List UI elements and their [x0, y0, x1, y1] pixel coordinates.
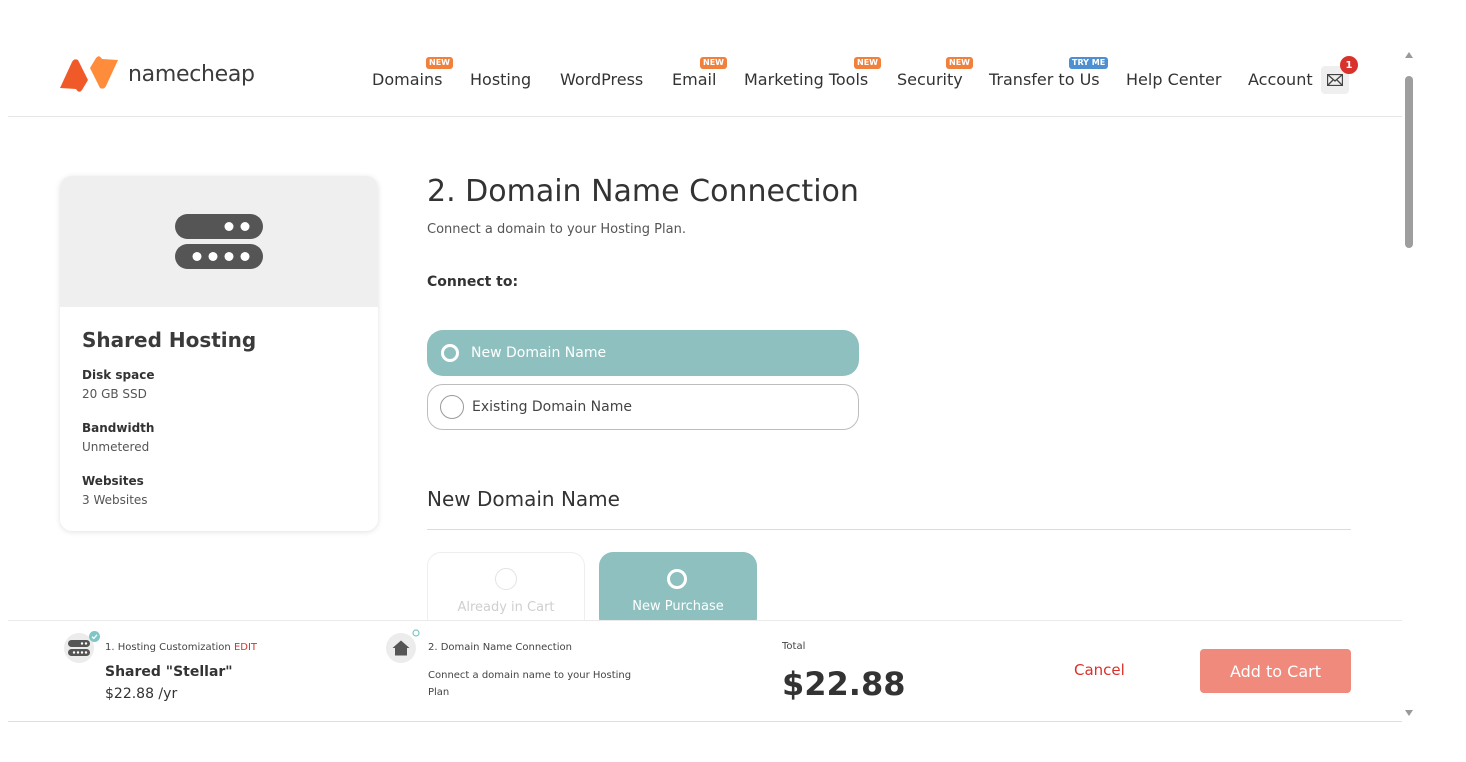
nav-label: Help Center: [1126, 70, 1222, 89]
mail-button[interactable]: 1: [1321, 56, 1358, 94]
plan-price: $22.88 /yr: [105, 686, 178, 702]
scrollbar-thumb[interactable]: [1405, 76, 1413, 248]
nav-account[interactable]: Account: [1248, 70, 1313, 89]
check-icon: [89, 631, 100, 642]
nav-badge-new: NEW: [946, 57, 973, 69]
server-icon: [175, 214, 263, 269]
site-header: namecheap NEW Domains Hosting WordPress …: [8, 46, 1402, 117]
radio-existing-domain[interactable]: Existing Domain Name: [427, 384, 859, 430]
step-progress-dot-icon: [412, 629, 420, 637]
step2-icon: [386, 633, 416, 663]
nav-badge-new: NEW: [426, 57, 453, 69]
card-title: Shared Hosting: [82, 328, 257, 352]
section-title: New Domain Name: [427, 487, 620, 511]
nav-label: Account: [1248, 70, 1313, 89]
nav-label: Hosting: [470, 70, 532, 89]
nav-badge-new: NEW: [854, 57, 881, 69]
nav-badge-new: NEW: [700, 57, 727, 69]
nav-label: WordPress: [560, 70, 644, 89]
page-viewport: namecheap NEW Domains Hosting WordPress …: [8, 46, 1402, 722]
page-scrollbar[interactable]: [1402, 46, 1416, 722]
nav-email[interactable]: NEW Email: [672, 57, 727, 89]
section-divider: [427, 529, 1351, 530]
nav-help-center[interactable]: Help Center: [1126, 70, 1221, 89]
total-value: $22.88: [782, 665, 906, 703]
radio-unselected-icon: [495, 568, 517, 590]
edit-link[interactable]: EDIT: [234, 642, 257, 653]
main-nav: NEW Domains Hosting WordPress NEW Email …: [8, 57, 1402, 94]
nav-security[interactable]: NEW Security: [897, 57, 973, 89]
page-subtitle: Connect a domain to your Hosting Plan.: [427, 222, 686, 237]
product-card: Shared Hosting Disk space 20 GB SSD Band…: [60, 176, 378, 531]
radio-selected-icon: [667, 569, 687, 589]
nav-label: Domains: [372, 70, 443, 89]
step1-label: 1. Hosting Customization EDIT: [105, 642, 257, 653]
connect-to-label: Connect to:: [427, 274, 519, 290]
spec-value: 20 GB SSD: [82, 387, 147, 401]
nav-badge-try-me: TRY ME: [1069, 57, 1109, 69]
spec-value: 3 Websites: [82, 493, 148, 507]
add-to-cart-button[interactable]: Add to Cart: [1200, 649, 1351, 693]
card-image-area: [60, 176, 378, 307]
nav-marketing-tools[interactable]: NEW Marketing Tools: [744, 57, 881, 89]
radio-label: Existing Domain Name: [472, 399, 632, 415]
nav-wordpress[interactable]: WordPress: [560, 70, 643, 89]
cancel-button[interactable]: Cancel: [1074, 661, 1125, 679]
nav-hosting[interactable]: Hosting: [470, 70, 531, 89]
mail-count-badge: 1: [1340, 56, 1358, 74]
envelope-icon: [1327, 74, 1343, 86]
radio-label: New Domain Name: [471, 345, 607, 361]
scroll-up-arrow-icon[interactable]: [1405, 52, 1413, 58]
nav-label: Email: [672, 70, 717, 89]
nav-domains[interactable]: NEW Domains: [372, 57, 453, 89]
radio-new-domain[interactable]: New Domain Name: [427, 330, 859, 376]
nav-label: Transfer to Us: [989, 70, 1100, 89]
radio-selected-icon: [441, 344, 459, 362]
nav-label: Security: [897, 70, 963, 89]
choice-label: Already in Cart: [457, 600, 555, 615]
nav-label: Marketing Tools: [744, 70, 869, 89]
order-summary-bar: 1. Hosting Customization EDIT Shared "St…: [8, 620, 1402, 722]
spec-value: Unmetered: [82, 440, 150, 454]
plan-name: Shared "Stellar": [105, 664, 233, 680]
spec-label: Bandwidth: [82, 421, 155, 435]
step1-title: 1. Hosting Customization: [105, 642, 231, 653]
home-icon: [392, 640, 410, 656]
spec-label: Websites: [82, 474, 144, 488]
spec-label: Disk space: [82, 368, 155, 382]
server-icon: [68, 640, 90, 656]
radio-unselected-icon: [440, 395, 464, 419]
total-label: Total: [782, 641, 806, 652]
step2-description: Connect a domain name to your Hosting Pl…: [428, 670, 632, 698]
page-title: 2. Domain Name Connection: [427, 174, 859, 209]
step2-label: 2. Domain Name Connection: [428, 642, 572, 653]
scroll-down-arrow-icon[interactable]: [1405, 710, 1413, 716]
choice-label: New Purchase: [632, 599, 724, 614]
nav-transfer[interactable]: TRY ME Transfer to Us: [989, 57, 1109, 89]
